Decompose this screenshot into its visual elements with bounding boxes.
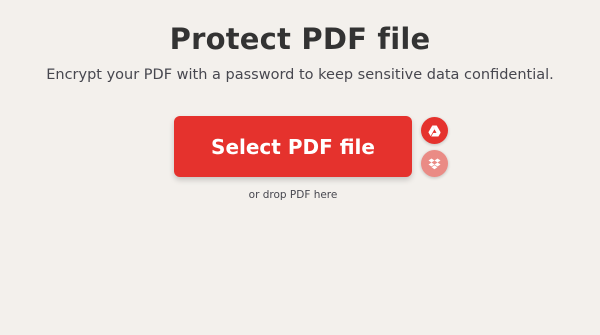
dropbox-button[interactable]: [421, 150, 448, 177]
dropbox-icon: [428, 158, 441, 170]
select-pdf-button[interactable]: Select PDF file: [174, 116, 412, 177]
google-drive-button[interactable]: [421, 117, 448, 144]
select-pdf-button-label: Select PDF file: [211, 134, 375, 159]
google-drive-icon: [428, 125, 441, 137]
drop-hint: or drop PDF here: [248, 189, 338, 201]
page-title: Protect PDF file: [169, 22, 431, 56]
page: Protect PDF file Encrypt your PDF with a…: [0, 0, 600, 335]
page-subtitle: Encrypt your PDF with a password to keep…: [46, 67, 554, 83]
